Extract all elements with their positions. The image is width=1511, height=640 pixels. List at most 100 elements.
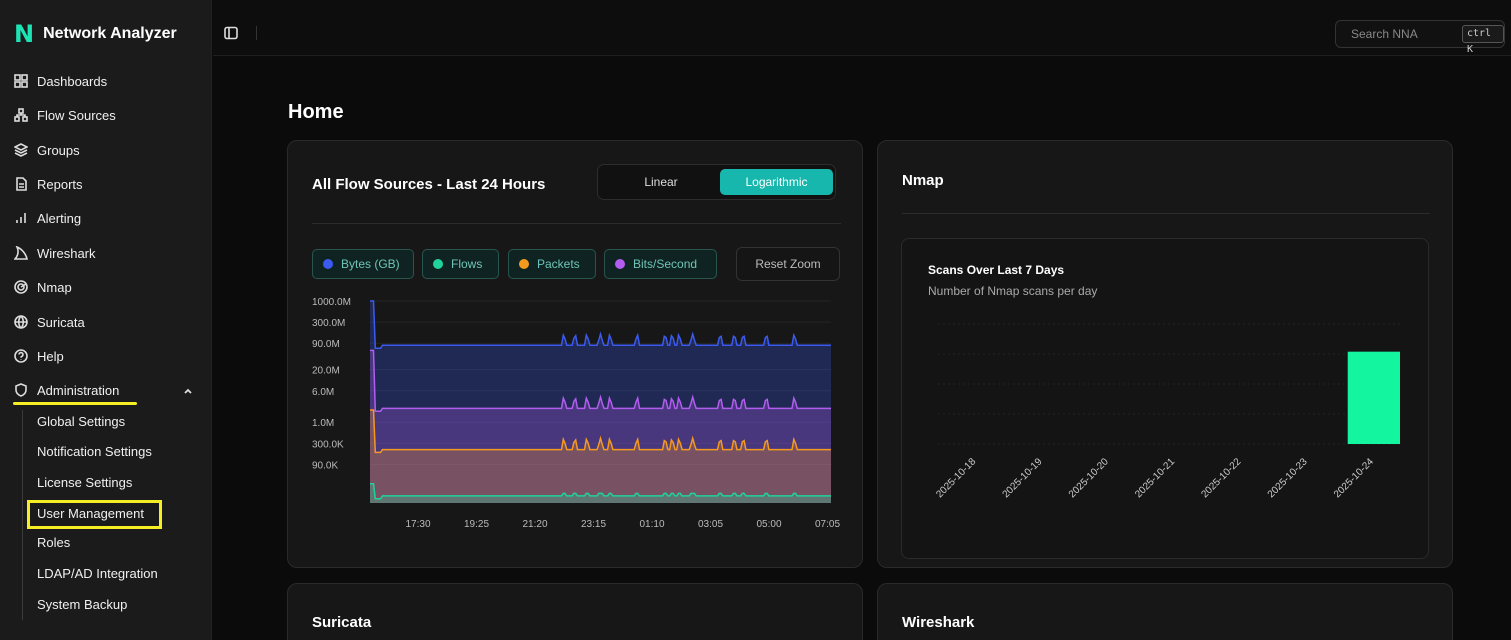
sidebar: N Network Analyzer Dashboards Flow Sourc… xyxy=(0,0,212,640)
nmap-card: Nmap Scans Over Last 7 Days Number of Nm… xyxy=(877,140,1453,568)
x-tick-label: 21:20 xyxy=(522,519,547,530)
suricata-card: Suricata xyxy=(287,583,863,640)
x-tick-label: 17:30 xyxy=(405,519,430,530)
scale-toggle: Linear Logarithmic xyxy=(597,164,836,200)
sidebar-item-label: Alerting xyxy=(37,210,82,226)
submenu-guide-line xyxy=(22,410,23,620)
chart-subtitle: Number of Nmap scans per day xyxy=(928,284,1098,298)
sidebar-subitem-ldap-integration[interactable]: LDAP/AD Integration xyxy=(37,563,158,583)
bar[interactable] xyxy=(1347,351,1400,444)
sidebar-item-alerting[interactable]: Alerting xyxy=(13,207,81,229)
globe-shield-icon xyxy=(13,314,29,330)
sidebar-subitem-roles[interactable]: Roles xyxy=(37,532,70,552)
search-placeholder: Search NNA xyxy=(1351,27,1418,41)
sidebar-item-administration[interactable]: Administration xyxy=(13,379,119,401)
help-icon xyxy=(13,348,29,364)
x-tick-label: 2025-10-23 xyxy=(1266,456,1310,500)
app-logo-icon: N xyxy=(14,20,34,48)
card-title: Suricata xyxy=(312,614,372,631)
sidebar-item-dashboards[interactable]: Dashboards xyxy=(13,70,107,92)
shield-icon xyxy=(13,382,29,398)
card-title: Wireshark xyxy=(902,614,975,631)
chevron-up-icon[interactable] xyxy=(182,384,196,398)
chart-title: Scans Over Last 7 Days xyxy=(928,263,1065,277)
flow-sources-card: All Flow Sources - Last 24 Hours Linear … xyxy=(287,140,863,568)
annotation-underline xyxy=(13,402,137,405)
sidebar-item-flow-sources[interactable]: Flow Sources xyxy=(13,104,116,126)
report-icon xyxy=(13,176,29,192)
sidebar-subitem-license-settings[interactable]: License Settings xyxy=(37,472,132,492)
reset-zoom-button[interactable]: Reset Zoom xyxy=(736,247,840,281)
search-input[interactable]: Search NNA ctrl K xyxy=(1335,20,1505,55)
legend-dot xyxy=(323,259,333,269)
sidebar-item-nmap[interactable]: Nmap xyxy=(13,276,72,298)
sidebar-item-label: Suricata xyxy=(37,314,85,330)
sidebar-toggle-icon[interactable] xyxy=(224,26,238,40)
sidebar-item-label: Groups xyxy=(37,142,80,158)
x-tick-label: 23:15 xyxy=(581,519,606,530)
x-tick-label: 2025-10-24 xyxy=(1332,456,1376,500)
flow-traffic-chart[interactable]: 1000.0M 300.0M 90.0M 20.0M 6.0M 1.0M 300.0K 90.… xyxy=(288,291,864,541)
brand[interactable]: N Network Analyzer xyxy=(14,20,177,48)
y-tick-label: 20.0M xyxy=(312,366,340,377)
x-tick-label: 2025-10-22 xyxy=(1199,456,1243,500)
card-title: All Flow Sources - Last 24 Hours xyxy=(312,176,546,193)
sidebar-item-label: Flow Sources xyxy=(37,107,116,123)
sidebar-item-wireshark[interactable]: Wireshark xyxy=(13,242,96,264)
shortcut-hint: ctrl K xyxy=(1462,25,1504,55)
network-icon xyxy=(13,107,29,123)
sidebar-item-label: Nmap xyxy=(37,279,72,295)
sidebar-item-label: Administration xyxy=(37,382,120,398)
legend-bits-second[interactable]: Bits/Second xyxy=(604,249,717,279)
legend-label: Packets xyxy=(537,257,580,271)
shark-fin-icon xyxy=(13,245,29,261)
y-tick-label: 1000.0M xyxy=(312,297,351,308)
x-tick-label: 2025-10-18 xyxy=(934,456,978,500)
linear-scale-button[interactable]: Linear xyxy=(604,169,718,195)
x-tick-label: 2025-10-20 xyxy=(1067,456,1111,500)
legend-bytes[interactable]: Bytes (GB) xyxy=(312,249,414,279)
wireshark-card: Wireshark xyxy=(877,583,1453,640)
x-tick-label: 2025-10-21 xyxy=(1133,456,1177,500)
sidebar-subitem-notification-settings[interactable]: Notification Settings xyxy=(37,441,152,461)
page-title: Home xyxy=(288,101,344,123)
legend-packets[interactable]: Packets xyxy=(508,249,596,279)
layers-icon xyxy=(13,142,29,158)
legend-label: Bytes (GB) xyxy=(341,257,400,271)
card-divider xyxy=(312,223,841,224)
sidebar-item-reports[interactable]: Reports xyxy=(13,173,83,195)
legend-dot xyxy=(519,259,529,269)
annotation-highlight-box xyxy=(27,500,162,529)
y-tick-label: 300.0M xyxy=(312,318,345,329)
x-tick-label: 19:25 xyxy=(464,519,489,530)
nmap-scans-chart[interactable]: 2025-10-18 2025-10-19 2025-10-20 2025-10-21… xyxy=(902,309,1428,549)
legend-dot xyxy=(615,259,625,269)
legend-flows[interactable]: Flows xyxy=(422,249,499,279)
legend-label: Flows xyxy=(451,257,483,271)
sidebar-item-help[interactable]: Help xyxy=(13,345,64,367)
x-tick-label: 01:10 xyxy=(639,519,664,530)
x-tick-label: 2025-10-19 xyxy=(1001,456,1045,500)
y-tick-label: 300.0K xyxy=(312,439,344,450)
sidebar-item-groups[interactable]: Groups xyxy=(13,139,80,161)
bar-chart-icon xyxy=(13,210,29,226)
card-title: Nmap xyxy=(902,172,944,189)
y-tick-label: 1.0M xyxy=(312,418,334,429)
legend-label: Bits/Second xyxy=(633,257,698,271)
sidebar-subitem-system-backup[interactable]: System Backup xyxy=(37,594,127,614)
sidebar-item-label: Dashboards xyxy=(37,73,108,89)
sidebar-item-label: Help xyxy=(37,348,64,364)
y-tick-label: 6.0M xyxy=(312,387,334,398)
dashboard-icon xyxy=(13,73,29,89)
x-tick-label: 07:05 xyxy=(815,519,840,530)
sidebar-subitem-global-settings[interactable]: Global Settings xyxy=(37,411,125,431)
scan-icon xyxy=(13,279,29,295)
y-tick-label: 90.0M xyxy=(312,339,340,350)
divider xyxy=(256,26,257,40)
card-divider xyxy=(902,213,1430,214)
x-tick-label: 05:00 xyxy=(756,519,781,530)
sidebar-item-label: Reports xyxy=(37,176,83,192)
nmap-scans-panel: Scans Over Last 7 Days Number of Nmap sc… xyxy=(901,238,1429,559)
sidebar-item-suricata[interactable]: Suricata xyxy=(13,311,85,333)
logarithmic-scale-button[interactable]: Logarithmic xyxy=(720,169,833,195)
